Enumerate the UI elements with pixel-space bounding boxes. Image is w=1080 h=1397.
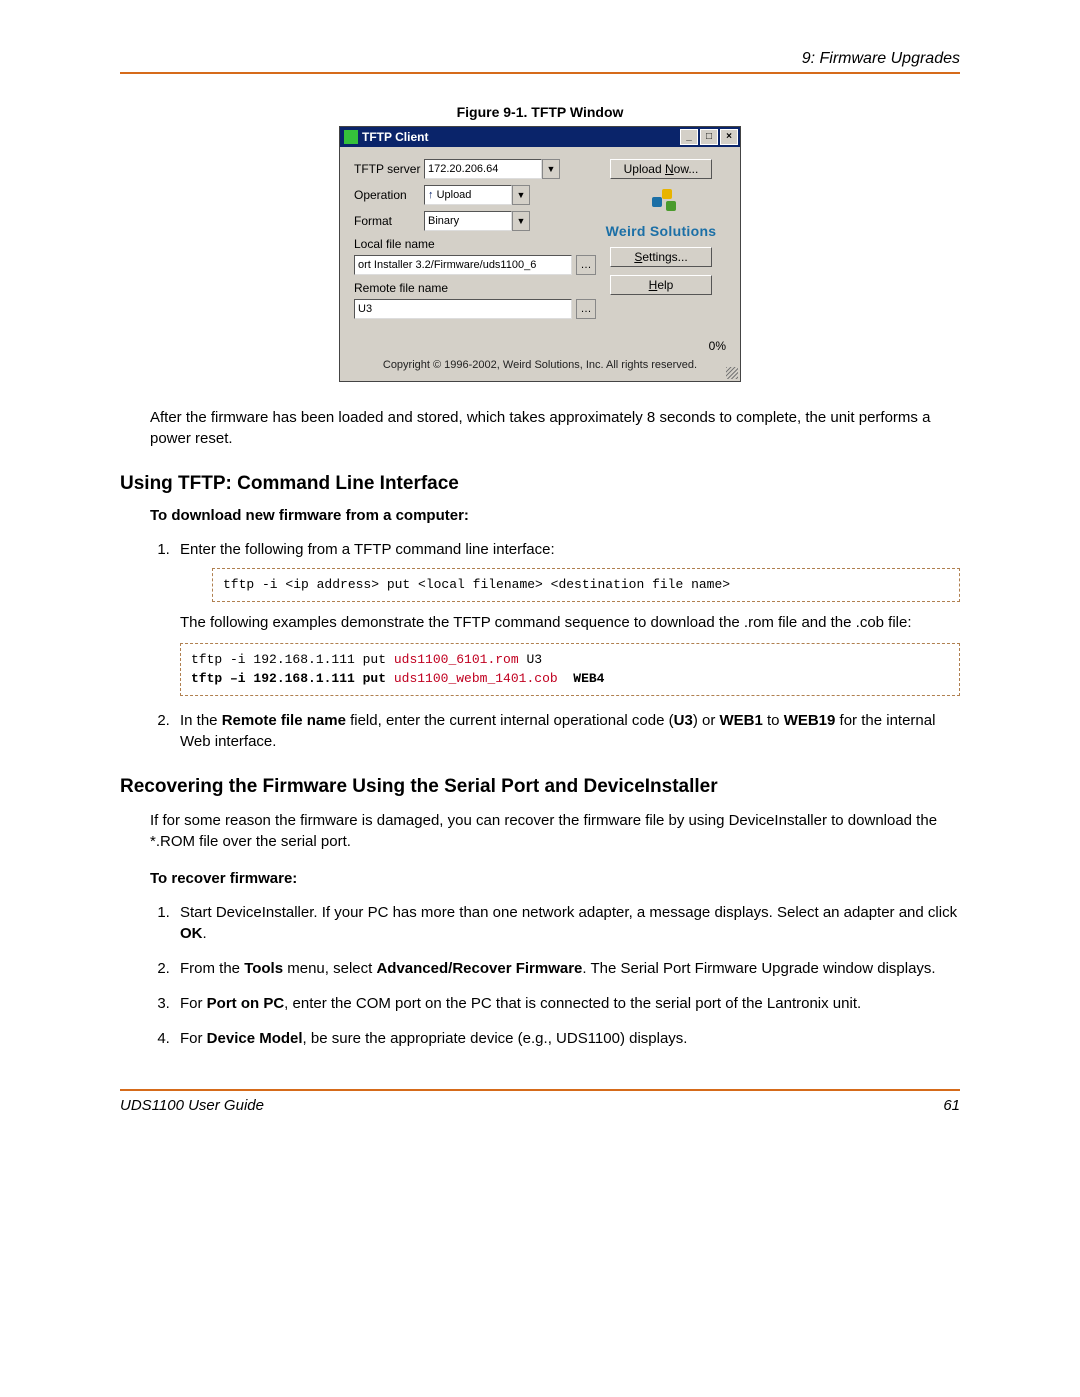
examples-intro: The following examples demonstrate the T…: [180, 612, 960, 633]
codebox-1: tftp -i <ip address> put <local filename…: [212, 568, 960, 602]
recover-steps: Start DeviceInstaller. If your PC has mo…: [150, 902, 960, 1049]
codebox-2: tftp -i 192.168.1.111 put uds1100_6101.r…: [180, 643, 960, 696]
progress-label: 0%: [340, 335, 740, 353]
localfile-input[interactable]: ort Installer 3.2/Firmware/uds1100_6: [354, 255, 572, 275]
recover-step-3: For Port on PC, enter the COM port on th…: [174, 993, 960, 1014]
tftp-window: TFTP Client _ □ × TFTP server 172.20.206…: [339, 126, 741, 382]
cli-step-2: In the Remote file name field, enter the…: [174, 710, 960, 752]
server-label: TFTP server: [354, 162, 424, 176]
footer-left: UDS1100 User Guide: [120, 1097, 264, 1114]
app-icon: [344, 130, 358, 144]
format-dropdown-icon[interactable]: ▼: [512, 211, 530, 231]
browse-remote-button[interactable]: …: [576, 299, 596, 319]
top-rule: [120, 72, 960, 74]
upload-button[interactable]: Upload Now...: [610, 159, 712, 179]
sub-recover: To recover firmware:: [150, 870, 960, 887]
logo-icon: [646, 187, 676, 215]
localfile-label: Local file name: [354, 237, 596, 251]
remotefile-input[interactable]: U3: [354, 299, 572, 319]
brand-label: Weird Solutions: [596, 223, 726, 239]
server-input[interactable]: 172.20.206.64: [424, 159, 542, 179]
settings-button[interactable]: Settings...: [610, 247, 712, 267]
window-title: TFTP Client: [362, 127, 428, 147]
heading-tftp-cli: Using TFTP: Command Line Interface: [120, 473, 960, 495]
operation-dropdown-icon[interactable]: ▼: [512, 185, 530, 205]
format-select[interactable]: Binary: [424, 211, 512, 231]
format-label: Format: [354, 214, 424, 228]
remotefile-label: Remote file name: [354, 281, 596, 295]
help-button[interactable]: Help: [610, 275, 712, 295]
operation-value: Upload: [437, 189, 472, 201]
recover-step-4: For Device Model, be sure the appropriat…: [174, 1028, 960, 1049]
para-recover: If for some reason the firmware is damag…: [150, 810, 960, 852]
maximize-button[interactable]: □: [700, 129, 718, 145]
page-footer: UDS1100 User Guide 61: [120, 1097, 960, 1114]
heading-recover: Recovering the Firmware Using the Serial…: [120, 776, 960, 798]
para-after-figure: After the firmware has been loaded and s…: [150, 407, 960, 449]
titlebar: TFTP Client _ □ ×: [340, 127, 740, 147]
cli-step1-text: Enter the following from a TFTP command …: [180, 541, 555, 558]
footer-right: 61: [943, 1097, 960, 1114]
server-dropdown-icon[interactable]: ▼: [542, 159, 560, 179]
page-header: 9: Firmware Upgrades: [120, 50, 960, 68]
cli-steps: Enter the following from a TFTP command …: [150, 539, 960, 752]
sub-download: To download new firmware from a computer…: [150, 507, 960, 524]
minimize-button[interactable]: _: [680, 129, 698, 145]
operation-label: Operation: [354, 188, 424, 202]
browse-local-button[interactable]: …: [576, 255, 596, 275]
operation-select[interactable]: ↑ Upload: [424, 185, 512, 205]
upload-arrow-icon: ↑: [428, 189, 434, 201]
figure-caption: Figure 9-1. TFTP Window: [120, 104, 960, 120]
recover-step-2: From the Tools menu, select Advanced/Rec…: [174, 958, 960, 979]
bottom-rule: [120, 1089, 960, 1091]
recover-step-1: Start DeviceInstaller. If your PC has mo…: [174, 902, 960, 944]
copyright: Copyright © 1996-2002, Weird Solutions, …: [340, 353, 740, 381]
resize-grip[interactable]: [726, 367, 738, 379]
cli-step-1: Enter the following from a TFTP command …: [174, 539, 960, 696]
close-button[interactable]: ×: [720, 129, 738, 145]
